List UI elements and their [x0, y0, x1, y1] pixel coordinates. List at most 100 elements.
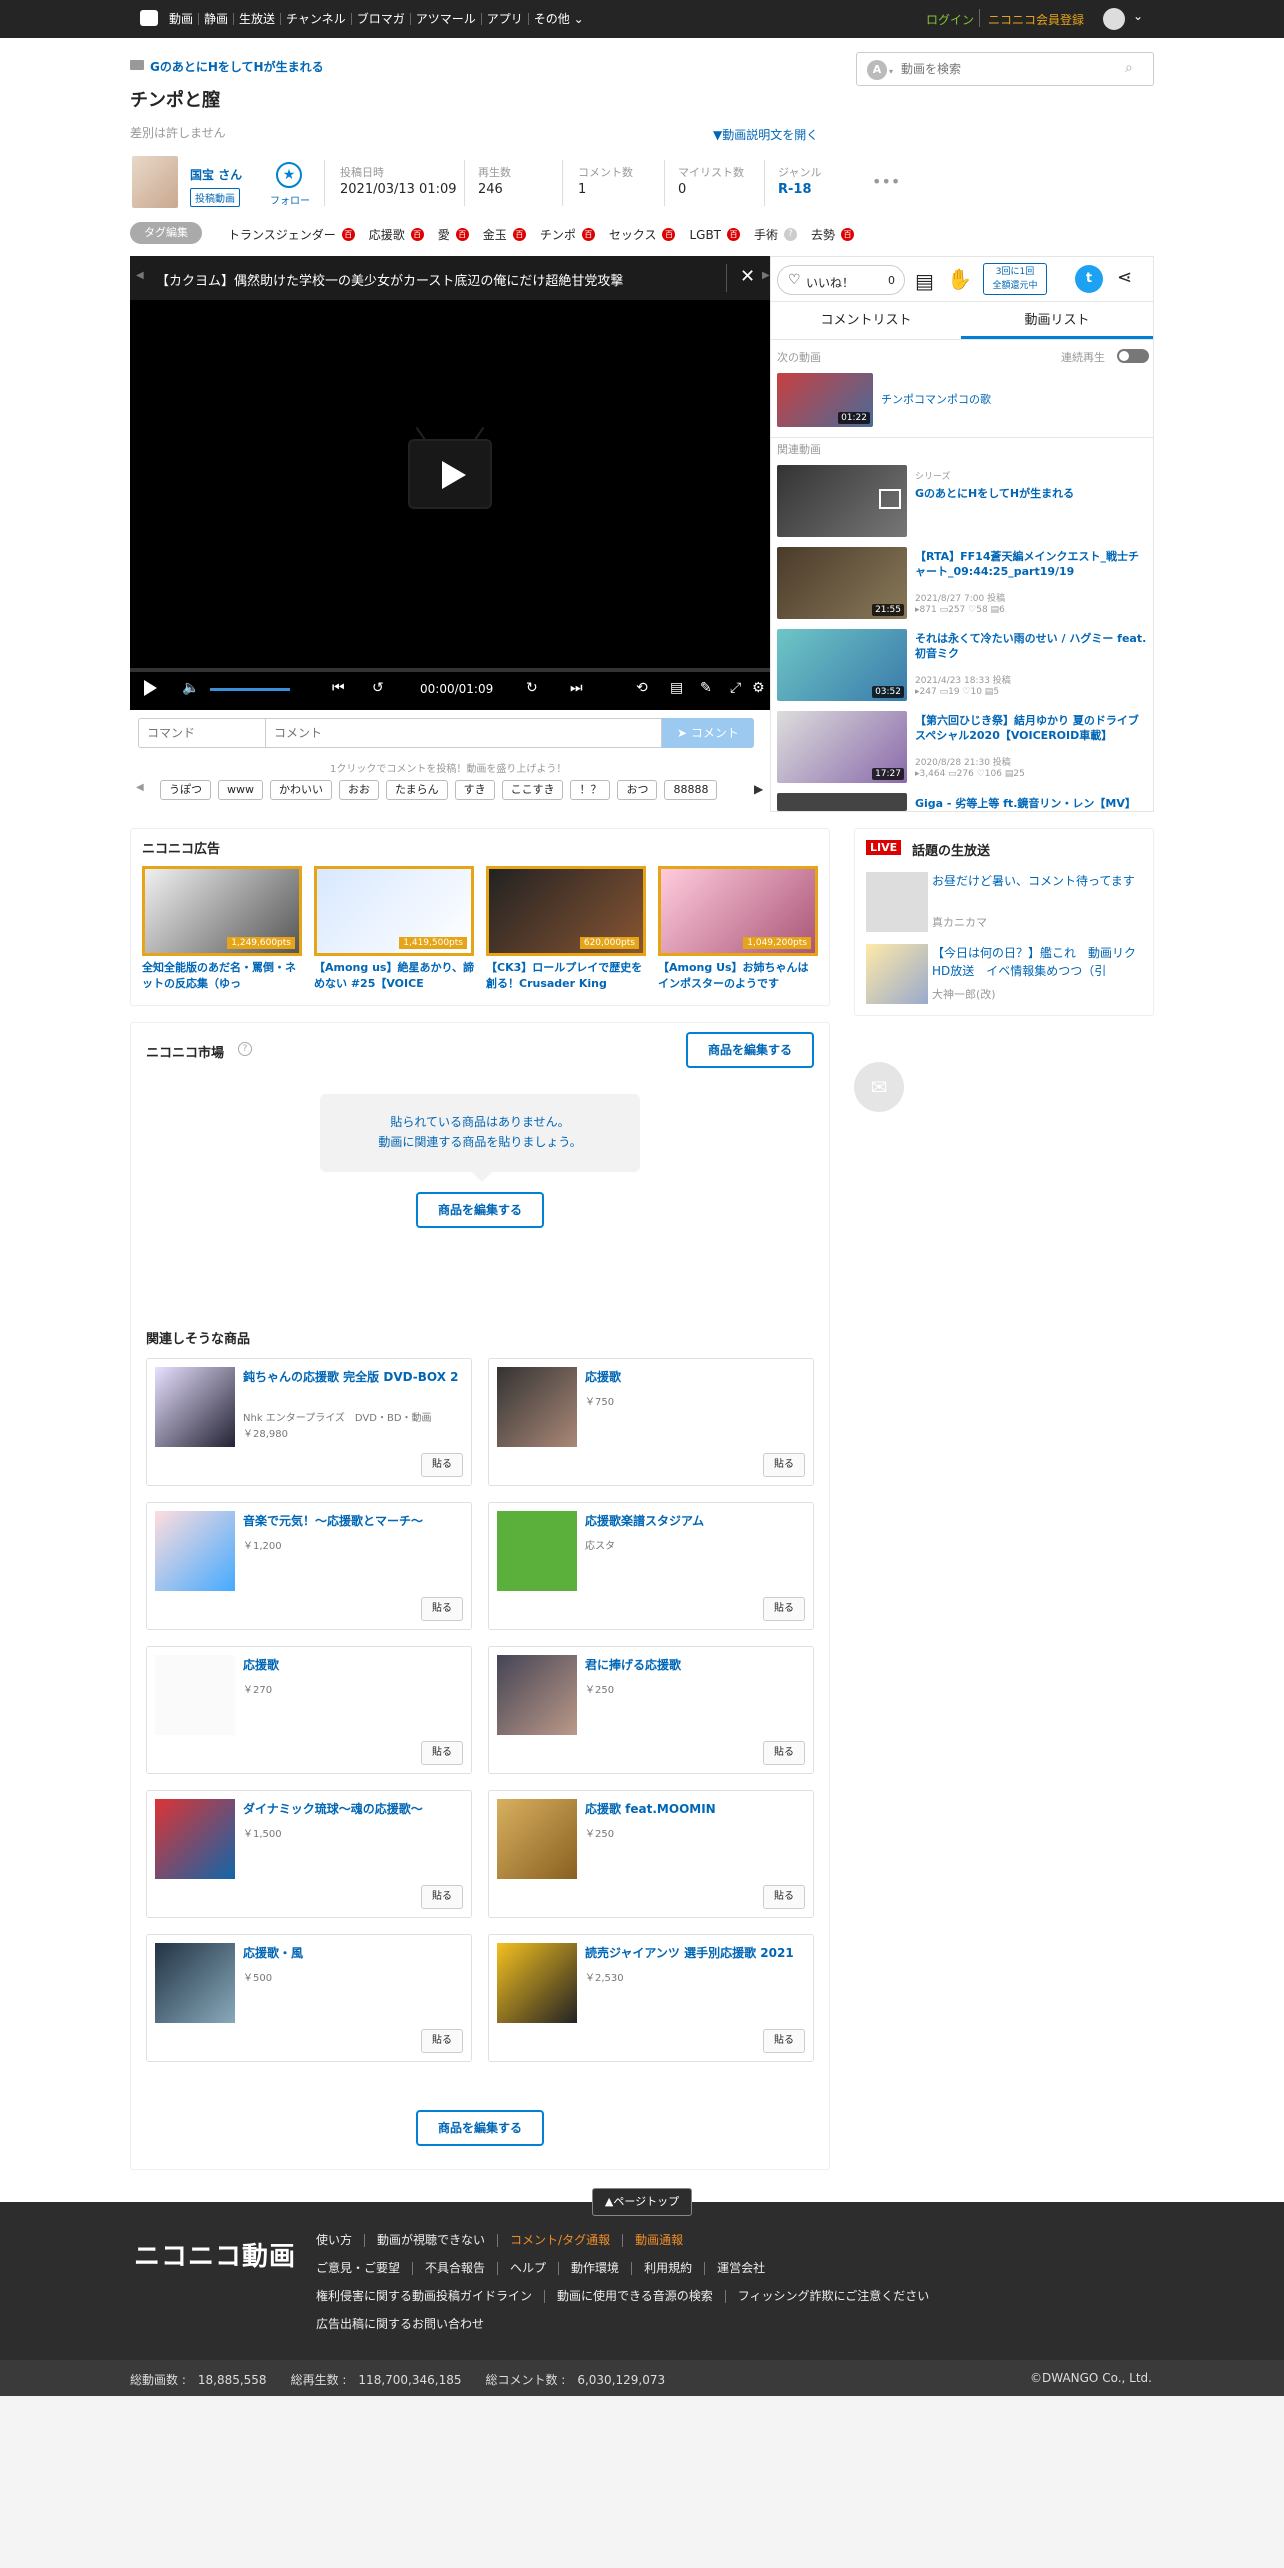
nav-item-blomaga[interactable]: ブロマガ — [352, 13, 411, 25]
next-video-title[interactable]: チンポコマンポコの歌 — [881, 391, 991, 407]
quick-comment-button[interactable]: ここすき — [501, 780, 564, 800]
repeat-bonus-badge[interactable]: 3回に1回 全額還元中 — [983, 263, 1047, 295]
skip-forward-icon[interactable]: ⏭ — [570, 680, 583, 696]
search-mode-icon[interactable]: A — [867, 60, 887, 80]
paste-button[interactable]: 貼る — [763, 2029, 805, 2053]
paste-button[interactable]: 貼る — [421, 1453, 463, 1477]
nav-item-atsumaru[interactable]: アツマール — [411, 13, 482, 25]
dic-icon[interactable]: 百 — [512, 228, 526, 241]
ad-item[interactable]: 1,419,500pts 【Among us】絶星あかり、諦めない #25【VOI… — [314, 866, 474, 996]
dic-icon[interactable]: 百 — [662, 228, 676, 241]
play-icon[interactable] — [144, 680, 157, 696]
related-thumbnail[interactable] — [777, 465, 907, 537]
chevron-left-icon[interactable]: ◀ — [136, 782, 144, 793]
mail-icon[interactable]: ✉ — [854, 1062, 904, 1112]
footer-link[interactable]: 運営会社 — [705, 2262, 777, 2275]
user-avatar-icon[interactable] — [1103, 8, 1125, 30]
edit-products-button[interactable]: 商品を編集する — [416, 2110, 544, 2146]
live-item-title[interactable]: お昼だけど暑い、コメント待ってます — [932, 872, 1146, 890]
footer-link[interactable]: コメント/タグ通報 — [498, 2234, 624, 2247]
ticker-next-icon[interactable]: ▶ — [762, 270, 770, 281]
edit-products-button[interactable]: 商品を編集する — [416, 1192, 544, 1228]
quick-comment-button[interactable]: うぽつ — [160, 780, 211, 800]
product-card[interactable]: 音楽で元気！～応援歌とマーチ～ ￥1,200 貼る — [146, 1502, 472, 1630]
niconico-logo[interactable]: ニコニコ動画 — [134, 2236, 296, 2273]
ad-item[interactable]: 620,000pts 【CK3】ロールプレイで歴史を創る！Crusader Kin… — [486, 866, 646, 996]
page-top-button[interactable]: ▲ページトップ — [592, 2188, 692, 2216]
loop-icon[interactable]: ⟲ — [636, 680, 648, 696]
chevron-down-icon[interactable]: ⌄ — [1133, 9, 1143, 23]
paste-button[interactable]: 貼る — [763, 1597, 805, 1621]
settings-icon[interactable]: ⚙ — [752, 680, 765, 696]
rewind-10-icon[interactable]: ↺ — [372, 680, 384, 696]
help-icon[interactable]: ? — [238, 1042, 252, 1056]
paste-button[interactable]: 貼る — [421, 1741, 463, 1765]
related-thumbnail[interactable]: 21:55 — [777, 547, 907, 619]
product-card[interactable]: 応援歌 ￥750 貼る — [488, 1358, 814, 1486]
related-title[interactable]: Giga - 劣等上等 ft.鏡音リン・レン【MV】 — [915, 795, 1147, 811]
tag-item[interactable]: 愛百 — [438, 226, 469, 243]
dic-icon[interactable]: 百 — [727, 228, 741, 241]
skip-back-icon[interactable]: ⏮ — [332, 680, 345, 696]
dic-icon[interactable]: 百 — [841, 228, 855, 241]
seek-bar[interactable] — [130, 668, 770, 672]
tag-item[interactable]: 手術? — [754, 226, 798, 243]
ticker-text[interactable]: 【カクヨム】偶然助けた学校一の美少女がカースト底辺の俺にだけ超絶甘党攻撃 — [156, 270, 716, 289]
footer-link[interactable]: 不具合報告 — [413, 2262, 499, 2275]
command-input[interactable] — [138, 718, 266, 748]
quick-comment-button[interactable]: おつ — [617, 780, 658, 800]
footer-link[interactable]: 使い方 — [316, 2234, 366, 2247]
footer-link[interactable]: 広告出稿に関するお問い合わせ — [316, 2318, 496, 2331]
footer-link[interactable]: 動画通報 — [623, 2234, 695, 2247]
video-player[interactable]: ◀ 【カクヨム】偶然助けた学校一の美少女がカースト底辺の俺にだけ超絶甘党攻撃 ✕… — [130, 256, 770, 710]
chevron-right-icon[interactable]: ▶ — [754, 782, 763, 796]
quick-comment-button[interactable]: おお — [339, 780, 379, 800]
quick-comment-button[interactable]: たまらん — [386, 780, 448, 800]
comment-toggle-icon[interactable]: ▤ — [670, 680, 683, 696]
footer-link[interactable]: 動画に使用できる音源の検索 — [545, 2290, 726, 2303]
dic-icon[interactable]: 百 — [581, 228, 595, 241]
paste-button[interactable]: 貼る — [763, 1885, 805, 1909]
quick-comment-button[interactable]: かわいい — [270, 780, 332, 800]
dic-icon[interactable]: ? — [784, 228, 798, 241]
live-thumbnail[interactable] — [866, 872, 928, 932]
tag-item[interactable]: 応援歌百 — [369, 226, 424, 243]
comment-mode-icon[interactable]: ✎ — [700, 680, 712, 696]
follow-star-icon[interactable]: ★ — [276, 162, 302, 188]
uploader-name[interactable]: 国宝 さん — [190, 166, 242, 183]
product-card[interactable]: 応援歌 ￥270 貼る — [146, 1646, 472, 1774]
nav-item-channel[interactable]: チャンネル — [281, 13, 352, 25]
related-thumbnail[interactable]: 17:27 — [777, 711, 907, 783]
next-video-thumbnail[interactable]: 01:22 — [777, 373, 873, 427]
close-icon[interactable]: ✕ — [740, 266, 755, 287]
nav-item-live[interactable]: 生放送 — [234, 13, 282, 25]
related-thumbnail[interactable]: 03:52 — [777, 629, 907, 701]
tag-item[interactable]: セックス百 — [609, 226, 676, 243]
tag-item[interactable]: チンポ百 — [540, 226, 595, 243]
ad-item[interactable]: 1,249,600pts 全知全能版のあだ名・罵倒・ネットの反応集（ゆっ — [142, 866, 302, 996]
product-card[interactable]: ダイナミック琉球～魂の応援歌～ ￥1,500 貼る — [146, 1790, 472, 1918]
footer-link[interactable]: フィッシング詐欺にご注意ください — [726, 2290, 942, 2303]
dic-icon[interactable]: 百 — [410, 228, 424, 241]
related-title[interactable]: 【RTA】FF14蒼天編メインクエスト_戦士チャート_09:44:25_part… — [915, 549, 1147, 579]
product-card[interactable]: 応援歌・風 ￥500 貼る — [146, 1934, 472, 2062]
quick-comment-button[interactable]: www — [218, 780, 263, 800]
fullscreen-icon[interactable]: ⤢ — [730, 680, 741, 696]
related-thumbnail[interactable] — [777, 793, 907, 811]
nav-item-other[interactable]: その他 ⌄ — [529, 13, 589, 25]
ticker-prev-icon[interactable]: ◀ — [136, 270, 144, 281]
mylist-icon[interactable]: ▤ — [915, 269, 934, 293]
dic-icon[interactable]: 百 — [341, 228, 355, 241]
share-icon[interactable]: ⋖ — [1117, 267, 1132, 288]
related-title[interactable]: それは永くて冷たい雨のせい / ハグミー feat. 初音ミク — [915, 631, 1147, 661]
more-icon[interactable]: ••• — [872, 172, 900, 191]
series-link[interactable]: GのあとにHをしてHが生まれる — [150, 58, 324, 75]
tab-video-list[interactable]: 動画リスト — [961, 303, 1153, 339]
stat-value-genre[interactable]: R-18 — [778, 182, 812, 197]
paste-button[interactable]: 貼る — [421, 1885, 463, 1909]
tag-item[interactable]: 去勢百 — [811, 226, 855, 243]
related-title[interactable]: 【第六回ひじき祭】結月ゆかり 夏のドライブスペシャル2020【VOICEROID… — [915, 713, 1147, 743]
tag-edit-button[interactable]: タグ編集 — [130, 222, 202, 244]
login-link[interactable]: ログイン — [926, 11, 974, 28]
paste-button[interactable]: 貼る — [421, 2029, 463, 2053]
